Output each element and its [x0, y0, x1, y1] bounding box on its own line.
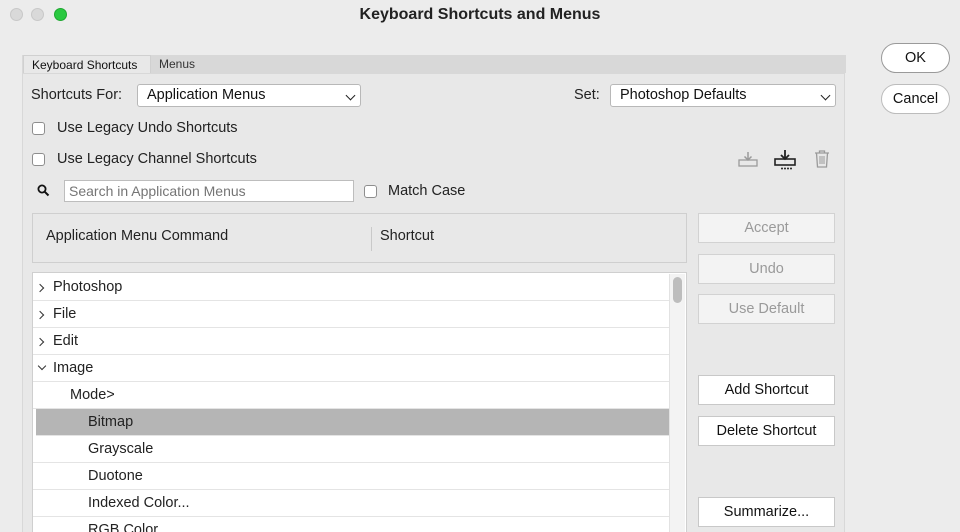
column-command[interactable]: Application Menu Command [46, 228, 228, 244]
column-divider [371, 227, 372, 251]
shortcuts-for-label: Shortcuts For: [31, 87, 123, 103]
chevron-right-icon[interactable] [35, 310, 45, 320]
list-item-label: Grayscale [88, 441, 154, 457]
list-item-label: Mode> [70, 387, 115, 403]
set-label: Set: [574, 87, 600, 103]
match-case-checkbox[interactable] [364, 185, 377, 198]
chevron-down-icon[interactable] [37, 361, 47, 371]
list-item-label: Photoshop [53, 279, 123, 295]
trash-icon[interactable] [814, 150, 830, 168]
chevron-right-icon[interactable] [35, 283, 45, 293]
tab-keyboard-shortcuts[interactable]: Keyboard Shortcuts [23, 55, 151, 73]
list-scrollbar[interactable] [669, 274, 685, 532]
ok-button[interactable]: OK [881, 43, 950, 73]
shortcuts-for-value: Application Menus [147, 87, 266, 103]
list-item-label: Edit [53, 333, 78, 349]
list-item-label: Bitmap [88, 414, 134, 430]
save-set-icon[interactable] [738, 150, 758, 168]
list-item[interactable]: Edit [33, 328, 670, 355]
legacy-undo-checkbox[interactable] [32, 122, 45, 135]
set-value: Photoshop Defaults [620, 87, 747, 103]
column-shortcut[interactable]: Shortcut [380, 228, 434, 244]
legacy-channel-checkbox[interactable] [32, 153, 45, 166]
list-item-label: Indexed Color... [88, 495, 190, 511]
list-item-label: RGB Color [88, 522, 159, 532]
add-shortcut-button[interactable]: Add Shortcut [698, 375, 835, 405]
list-item-label: Duotone [88, 468, 143, 484]
chevron-down-icon [820, 90, 831, 101]
search-input[interactable] [64, 180, 354, 202]
cancel-button[interactable]: Cancel [881, 84, 950, 114]
search-icon [37, 184, 50, 197]
match-case-label: Match Case [388, 183, 466, 199]
delete-shortcut-button[interactable]: Delete Shortcut [698, 416, 835, 446]
list-item-selected[interactable]: Bitmap [36, 409, 669, 436]
chevron-down-icon [345, 90, 356, 101]
list-scrollbar-thumb[interactable] [673, 277, 682, 303]
chevron-right-icon[interactable] [35, 337, 45, 347]
shortcuts-for-select[interactable]: Application Menus [137, 84, 361, 107]
accept-button[interactable]: Accept [698, 213, 835, 243]
list-item[interactable]: Grayscale [33, 436, 670, 463]
list-item[interactable]: Mode> [33, 382, 670, 409]
list-item-label: File [53, 306, 77, 322]
list-item-label: Image [53, 360, 94, 376]
set-select[interactable]: Photoshop Defaults [610, 84, 836, 107]
list-item[interactable]: Indexed Color... [33, 490, 670, 517]
list-item[interactable]: Image [33, 355, 670, 382]
list-item[interactable]: Photoshop [33, 274, 670, 301]
tab-menus[interactable]: Menus [151, 55, 207, 73]
list-item[interactable]: Duotone [33, 463, 670, 490]
undo-button[interactable]: Undo [698, 254, 835, 284]
list-item[interactable]: File [33, 301, 670, 328]
list-item[interactable]: RGB Color [33, 517, 670, 532]
command-list: Photoshop File Edit Image Mode> Bitmap G… [32, 272, 687, 532]
window-title: Keyboard Shortcuts and Menus [359, 6, 601, 23]
new-set-icon[interactable] [774, 149, 796, 171]
legacy-channel-label: Use Legacy Channel Shortcuts [57, 151, 257, 167]
use-default-button[interactable]: Use Default [698, 294, 835, 324]
legacy-undo-label: Use Legacy Undo Shortcuts [57, 120, 238, 136]
summarize-button[interactable]: Summarize... [698, 497, 835, 527]
